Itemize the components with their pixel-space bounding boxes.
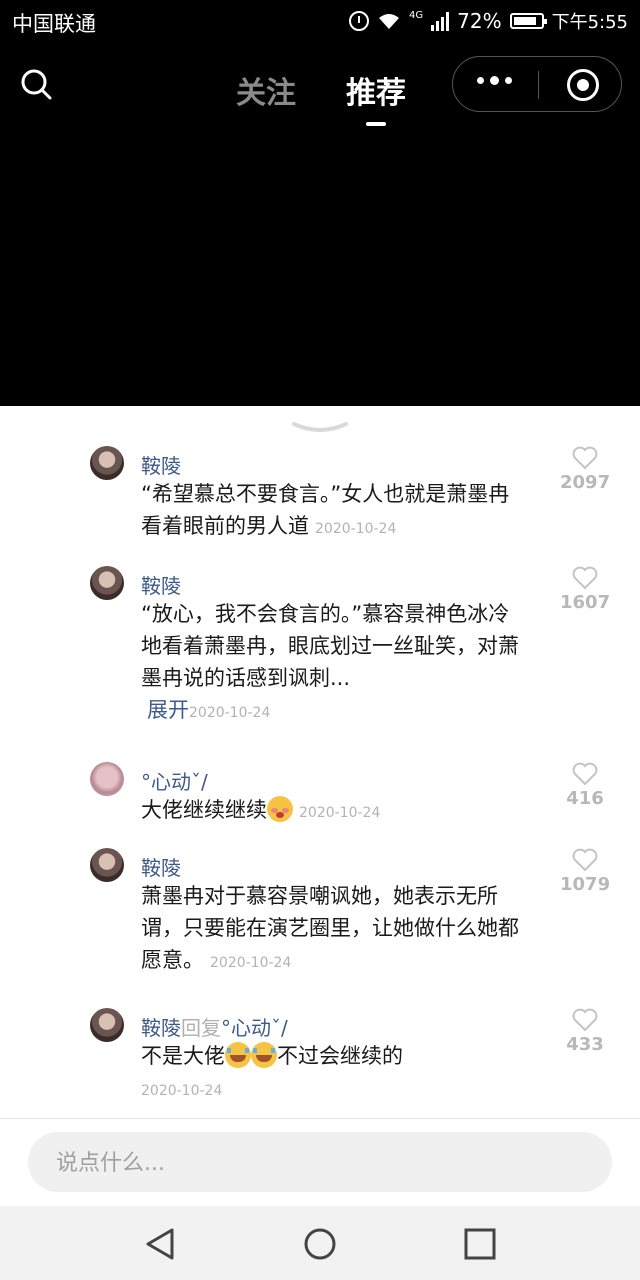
more-dots-icon[interactable]	[477, 76, 512, 85]
avatar[interactable]	[90, 446, 124, 480]
target-icon[interactable]	[567, 69, 599, 101]
capsule-divider	[538, 71, 539, 99]
comment-input-bar	[28, 1132, 612, 1194]
heart-icon	[572, 762, 598, 786]
network-type: 4G	[409, 9, 424, 21]
crying-emoji-icon	[225, 1042, 251, 1068]
top-nav: 关注 推荐	[0, 44, 640, 134]
blush-emoji-icon	[267, 796, 293, 822]
avatar[interactable]	[90, 1008, 124, 1042]
video-area[interactable]	[0, 134, 640, 406]
like-count: 433	[566, 1034, 604, 1055]
expand-link[interactable]: 展开	[147, 698, 189, 722]
divider	[0, 1118, 640, 1119]
comment-date: 2020-10-24	[315, 521, 397, 537]
comment-date: 2020-10-24	[141, 1083, 223, 1099]
like-button[interactable]: 433	[560, 1008, 610, 1055]
chevron-down-icon[interactable]	[290, 420, 350, 436]
heart-icon	[572, 848, 598, 872]
avatar[interactable]	[90, 762, 124, 796]
comment-text: 不是大佬 不过会继续的 2020-10-24	[141, 1040, 521, 1107]
tab-recommend[interactable]: 推荐	[346, 68, 406, 112]
status-icons: 4G 72% 下午5:55	[349, 8, 628, 34]
active-tab-indicator	[366, 122, 386, 126]
comment-date: 2020-10-24	[299, 805, 381, 821]
comment-text: “希望慕总不要食言。”女人也就是萧墨冉看着眼前的男人道 2020-10-24	[141, 478, 521, 545]
like-button[interactable]: 1607	[560, 566, 610, 613]
comment-username[interactable]: 鞍陵	[141, 450, 181, 479]
circle-home-icon[interactable]	[302, 1226, 338, 1262]
avatar[interactable]	[90, 566, 124, 600]
comment-body: 萧墨冉对于慕容景嘲讽她，她表示无所谓，只要能在演艺圈里，让她做什么她都愿意。	[141, 884, 519, 972]
comment-text: 萧墨冉对于慕容景嘲讽她，她表示无所谓，只要能在演艺圈里，让她做什么她都愿意。 20…	[141, 880, 521, 979]
comment-username[interactable]: 鞍陵	[141, 852, 181, 881]
signal-icon	[431, 11, 450, 31]
comment-body: “放心，我不会食言的。”慕容景神色冰冷地看着萧墨冉，眼底划过一丝耻笑，对萧墨冉说…	[141, 602, 519, 690]
search-icon[interactable]	[20, 68, 52, 100]
tab-follow[interactable]: 关注	[236, 68, 296, 112]
comment-username[interactable]: 鞍陵	[141, 570, 181, 599]
heart-icon	[572, 566, 598, 590]
comment-text: 大佬继续继续 2020-10-24	[141, 794, 521, 829]
like-count: 416	[566, 788, 604, 809]
comment-panel: 鞍陵 “希望慕总不要食言。”女人也就是萧墨冉看着眼前的男人道 2020-10-24…	[0, 406, 640, 1280]
reply-target[interactable]: °心动ˇ/	[221, 1016, 288, 1040]
clock: 下午5:55	[551, 12, 628, 33]
comment-body: 大佬继续继续	[141, 798, 267, 822]
like-button[interactable]: 2097	[560, 446, 610, 493]
comment-date: 2020-10-24	[210, 955, 292, 971]
avatar[interactable]	[90, 848, 124, 882]
wifi-icon	[377, 12, 401, 30]
heart-icon	[572, 1008, 598, 1032]
comment-text: “放心，我不会食言的。”慕容景神色冰冷地看着萧墨冉，眼底划过一丝耻笑，对萧墨冉说…	[141, 598, 521, 729]
like-count: 1607	[560, 592, 611, 613]
square-recent-icon[interactable]	[462, 1226, 498, 1262]
reply-author[interactable]: 鞍陵	[141, 1016, 181, 1040]
comment-username[interactable]: °心动ˇ/	[141, 766, 208, 795]
heart-icon	[572, 446, 598, 470]
like-count: 1079	[560, 874, 611, 895]
comment-body: 不是大佬	[141, 1044, 225, 1068]
miniprogram-capsule	[452, 56, 622, 112]
battery-percent: 72%	[457, 9, 502, 33]
like-button[interactable]: 416	[560, 762, 610, 809]
like-button[interactable]: 1079	[560, 848, 610, 895]
carrier-label: 中国联通	[12, 12, 96, 36]
like-count: 2097	[560, 472, 611, 493]
triangle-back-icon[interactable]	[142, 1226, 178, 1262]
alarm-icon	[349, 11, 369, 31]
status-bar: 中国联通 4G 72% 下午5:55	[0, 0, 640, 44]
battery-icon	[509, 13, 547, 29]
reply-label: 回复	[181, 1016, 221, 1040]
comment-input[interactable]	[54, 1132, 598, 1194]
crying-emoji-icon	[251, 1042, 277, 1068]
comment-username: 鞍陵回复°心动ˇ/	[141, 1012, 288, 1041]
system-nav-bar	[0, 1206, 640, 1280]
comment-body: 不过会继续的	[277, 1044, 403, 1068]
comment-date: 2020-10-24	[189, 705, 271, 721]
